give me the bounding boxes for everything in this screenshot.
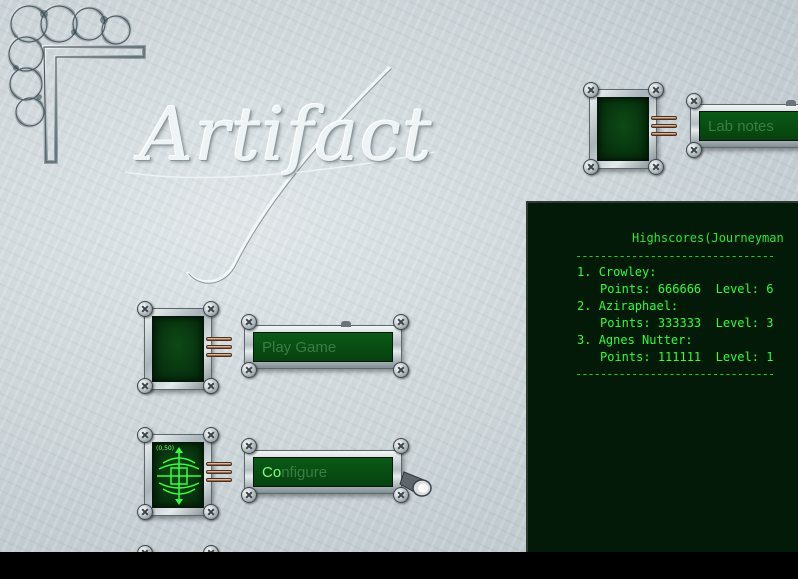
highscore-entry-stats: Points: 333333 Level: 3: [600, 316, 774, 330]
configure-preview-screen[interactable]: (0,50): [144, 434, 212, 516]
game-logo-title: Artifact: [140, 92, 433, 178]
screw-icon: [241, 314, 257, 330]
screw-icon: [686, 142, 702, 158]
highscores-rule-bottom: --------------------------------: [575, 367, 775, 381]
screw-icon: [393, 438, 409, 454]
connector-pipes: [206, 462, 232, 484]
screw-icon: [203, 301, 219, 317]
connector-pipes: [206, 337, 232, 359]
spotlight-icon: [399, 471, 432, 497]
lab-notes-preview-display: [597, 97, 649, 161]
screw-icon: [203, 545, 219, 552]
connector-pipes: [651, 116, 677, 138]
screw-icon: [648, 82, 664, 98]
configure-label-highlight: Co: [262, 463, 282, 481]
button-clip: [341, 321, 351, 327]
screw-icon: [137, 378, 153, 394]
screw-icon: [241, 362, 257, 378]
screw-icon: [686, 93, 702, 109]
screw-icon: [203, 427, 219, 443]
highscores-title: Highscores(Journeyman: [632, 231, 784, 245]
lab-notes-label: Lab notes: [708, 117, 774, 135]
lab-notes-button[interactable]: Lab notes: [690, 104, 798, 148]
button-clip: [786, 100, 796, 106]
screw-icon: [393, 362, 409, 378]
highscores-rule-top: --------------------------------: [575, 249, 775, 263]
screw-icon: [203, 378, 219, 394]
highscore-entry-name: 2. Aziraphael:: [577, 299, 679, 313]
highscore-entry-stats: Points: 111111 Level: 1: [600, 350, 774, 364]
screw-icon: [137, 504, 153, 520]
screw-icon: [393, 314, 409, 330]
screw-icon: [241, 438, 257, 454]
highscore-entry-name: 3. Agnes Nutter:: [577, 333, 693, 347]
play-game-label: Play Game: [262, 338, 337, 356]
screw-icon: [241, 487, 257, 503]
play-preview-screen[interactable]: [144, 308, 212, 390]
screw-icon: [137, 301, 153, 317]
lab-notes-preview-screen[interactable]: [589, 89, 657, 169]
screw-icon: [583, 159, 599, 175]
configure-button[interactable]: Co nfigure: [244, 450, 402, 494]
highscores-panel: Highscores(Journeyman ------------------…: [526, 201, 798, 552]
play-preview-display: [152, 316, 204, 382]
bottom-letterbox: [0, 552, 798, 579]
highscore-entry-stats: Points: 666666 Level: 6: [600, 282, 774, 296]
game-screen: Artifact Play Game (0,50) Co nfigure Lab…: [0, 0, 798, 552]
configure-label-rest: nfigure: [281, 463, 328, 481]
screw-icon: [583, 82, 599, 98]
highscore-entry-name: 1. Crowley:: [577, 265, 657, 279]
screw-icon: [137, 545, 153, 552]
radar-target-icon: [157, 447, 201, 505]
play-game-button[interactable]: Play Game: [244, 325, 402, 369]
config-screen-readout: (0,50): [156, 445, 175, 452]
screw-icon: [648, 159, 664, 175]
configure-preview-display: (0,50): [152, 442, 204, 508]
screw-icon: [137, 427, 153, 443]
screw-icon: [203, 504, 219, 520]
